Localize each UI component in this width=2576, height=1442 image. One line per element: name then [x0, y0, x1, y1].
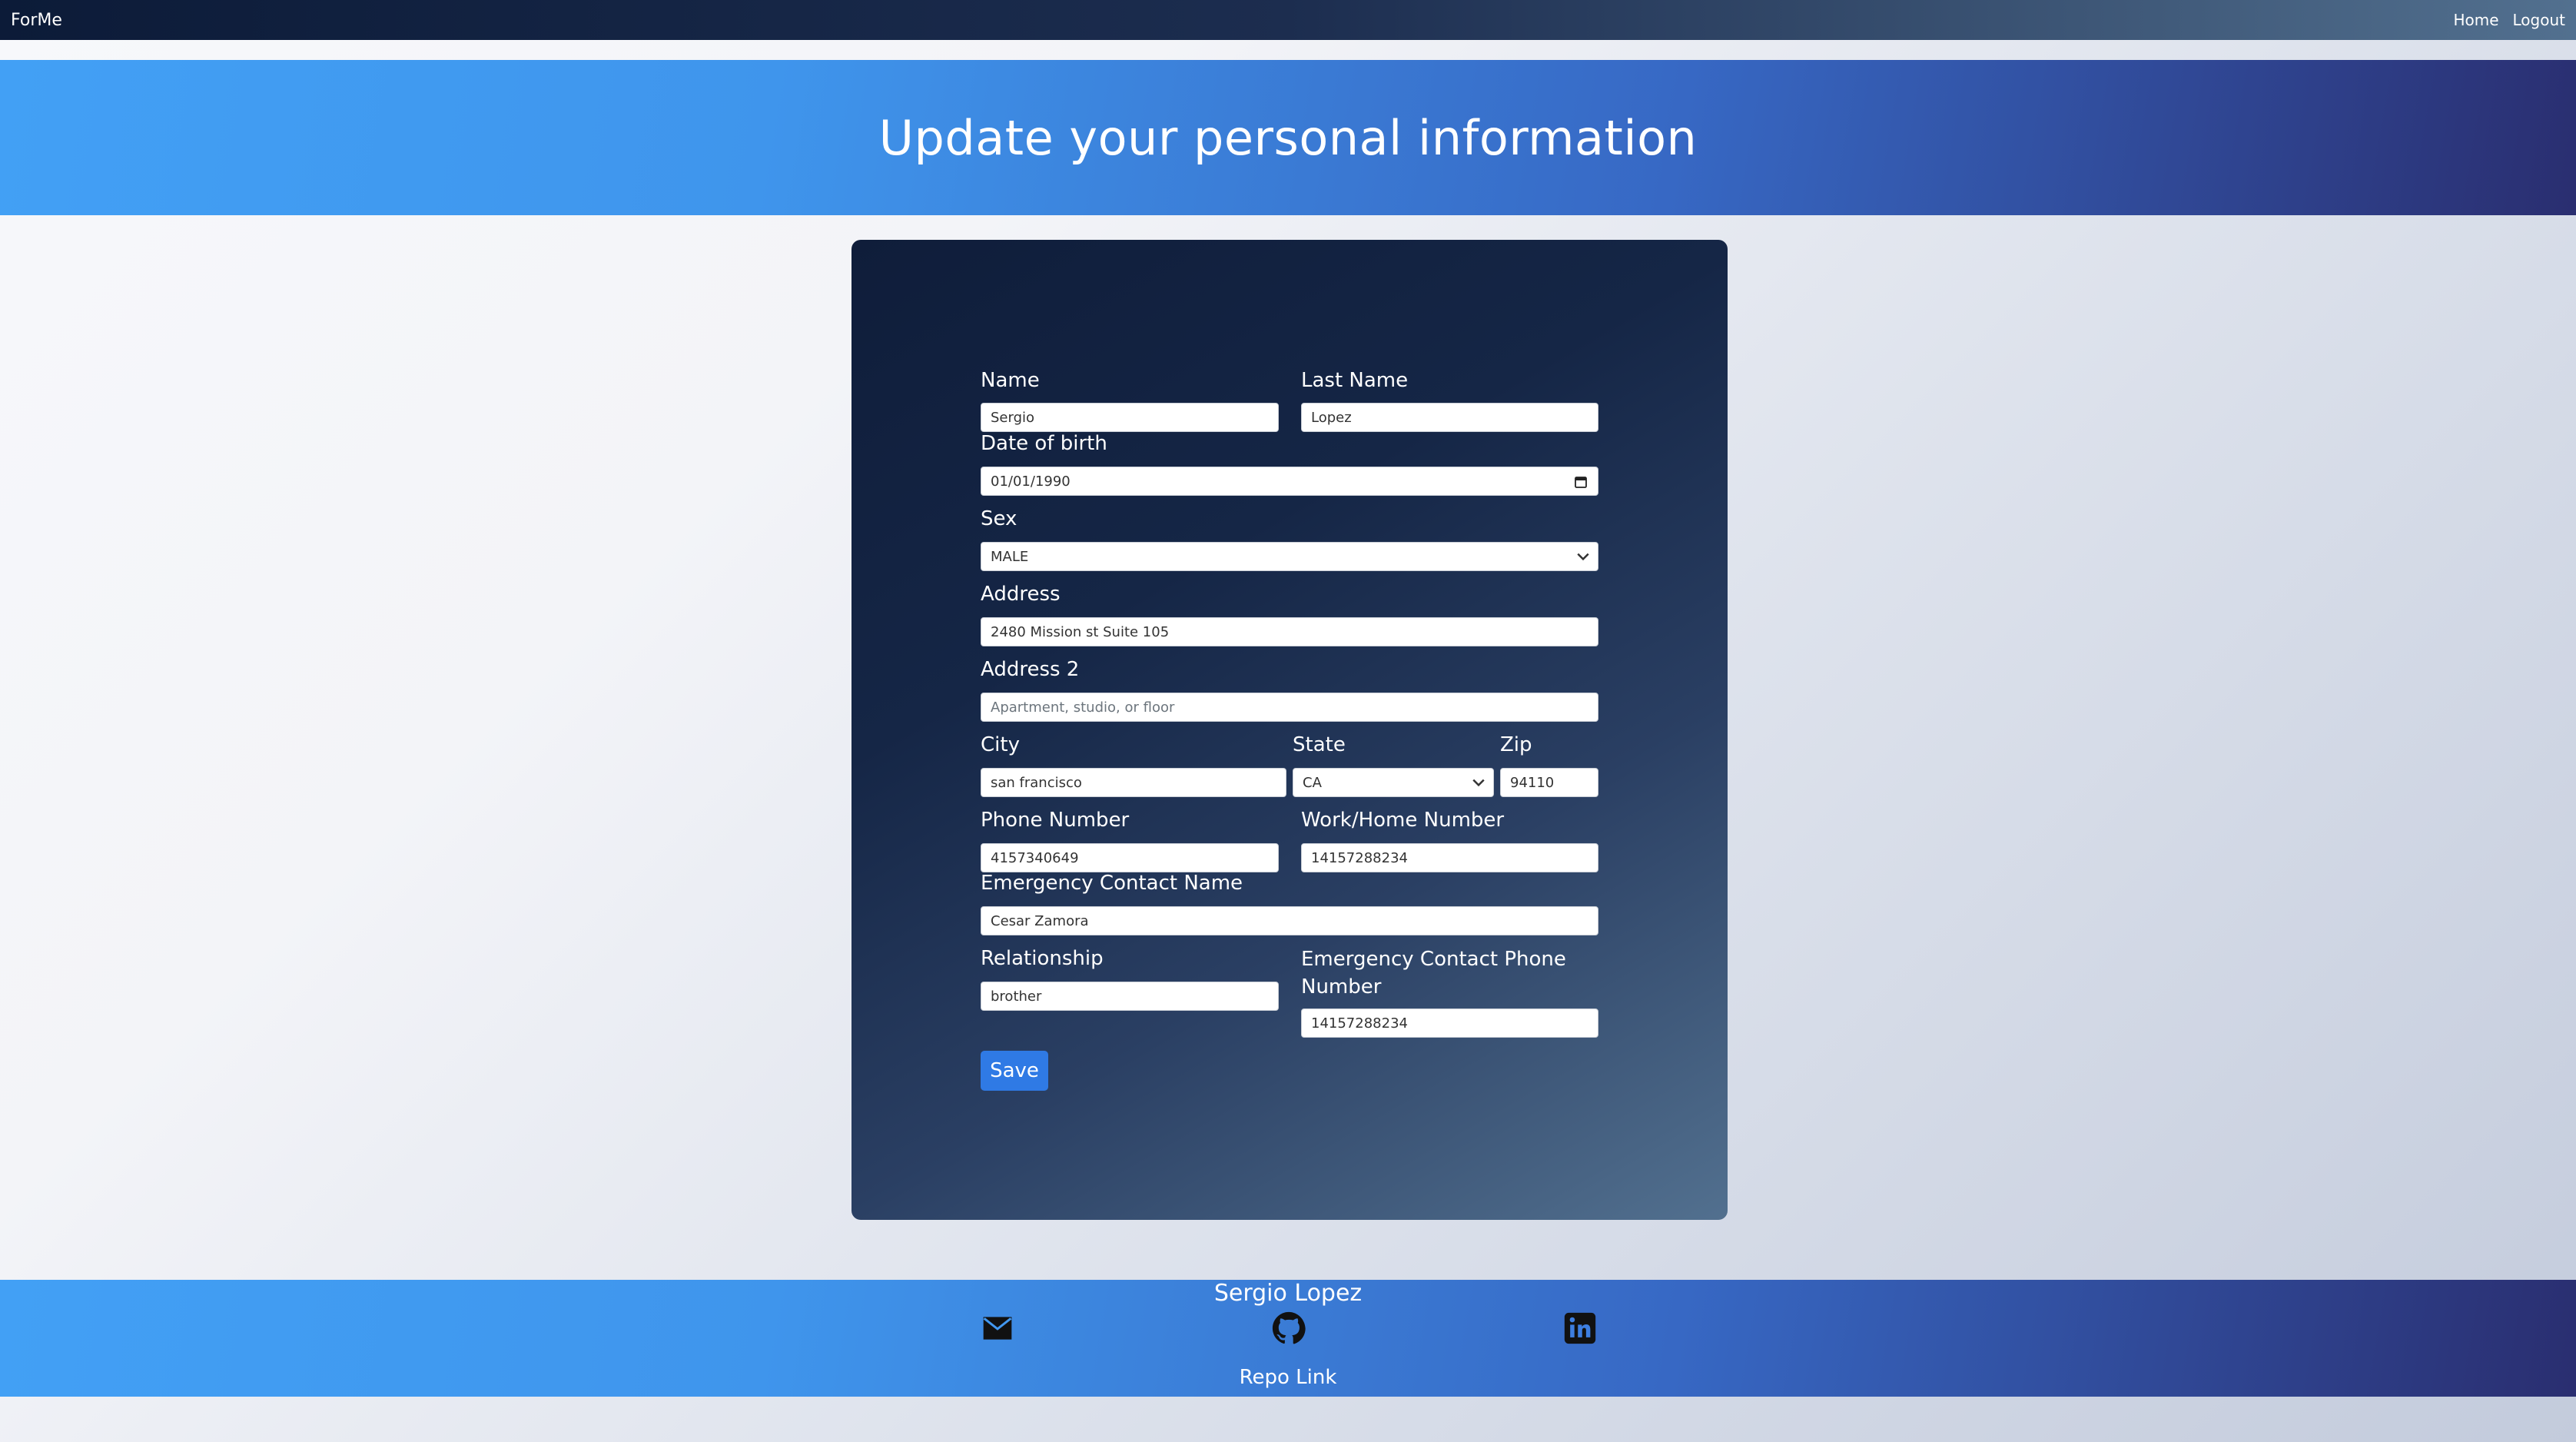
envelope-icon[interactable]: [981, 1311, 1014, 1345]
relationship-label: Relationship: [981, 947, 1104, 970]
work-phone-label: Work/Home Number: [1301, 809, 1505, 832]
navbar: ForMe Home Logout: [0, 0, 2576, 40]
sex-label: Sex: [981, 507, 1017, 530]
address2-input[interactable]: Apartment, studio, or floor: [981, 693, 1598, 722]
address-label: Address: [981, 583, 1061, 606]
last-name-input[interactable]: Lopez: [1301, 403, 1598, 432]
page-title: Update your personal information: [878, 109, 1698, 166]
github-icon[interactable]: [1272, 1311, 1306, 1345]
nav-logout-link[interactable]: Logout: [2513, 11, 2565, 29]
dob-label: Date of birth: [981, 432, 1107, 455]
state-label: State: [1293, 733, 1346, 756]
linkedin-icon[interactable]: [1563, 1311, 1597, 1345]
state-select[interactable]: CA: [1293, 768, 1494, 797]
name-label: Name: [981, 369, 1040, 392]
phone-label: Phone Number: [981, 809, 1130, 832]
nav-home-link[interactable]: Home: [2453, 11, 2498, 29]
address-input[interactable]: 2480 Mission st Suite 105: [981, 617, 1598, 646]
nav-links: Home Logout: [2453, 11, 2565, 29]
sex-value: MALE: [991, 548, 1029, 565]
calendar-icon[interactable]: [1575, 476, 1587, 488]
city-input[interactable]: san francisco: [981, 768, 1286, 797]
footer: Sergio Lopez Repo Link: [0, 1280, 2576, 1397]
work-phone-input[interactable]: 14157288234: [1301, 843, 1598, 872]
phone-input[interactable]: 4157340649: [981, 843, 1279, 872]
chevron-down-icon: [1472, 779, 1485, 787]
chevron-down-icon: [1577, 553, 1589, 561]
last-name-label: Last Name: [1301, 369, 1409, 392]
form-card: Name Sergio Last Name Lopez Date of birt…: [851, 240, 1728, 1220]
state-value: CA: [1303, 774, 1322, 791]
name-input[interactable]: Sergio: [981, 403, 1279, 432]
address2-label: Address 2: [981, 658, 1080, 681]
emergency-name-input[interactable]: Cesar Zamora: [981, 906, 1598, 935]
repo-link[interactable]: Repo Link: [0, 1366, 2576, 1389]
emergency-name-label: Emergency Contact Name: [981, 872, 1243, 895]
dob-input[interactable]: 01/01/1990: [981, 467, 1598, 496]
hero-banner: Update your personal information: [0, 60, 2576, 215]
city-label: City: [981, 733, 1020, 756]
brand-link[interactable]: ForMe: [11, 11, 62, 30]
footer-author-name: Sergio Lopez: [1213, 1280, 1363, 1307]
emergency-phone-input[interactable]: 14157288234: [1301, 1008, 1598, 1038]
emergency-phone-label: Emergency Contact Phone Number: [1301, 948, 1566, 998]
save-button[interactable]: Save: [981, 1051, 1048, 1091]
dob-value: 01/01/1990: [991, 473, 1071, 490]
zip-label: Zip: [1500, 733, 1532, 756]
zip-input[interactable]: 94110: [1500, 768, 1598, 797]
sex-select[interactable]: MALE: [981, 542, 1598, 571]
relationship-input[interactable]: brother: [981, 982, 1279, 1011]
